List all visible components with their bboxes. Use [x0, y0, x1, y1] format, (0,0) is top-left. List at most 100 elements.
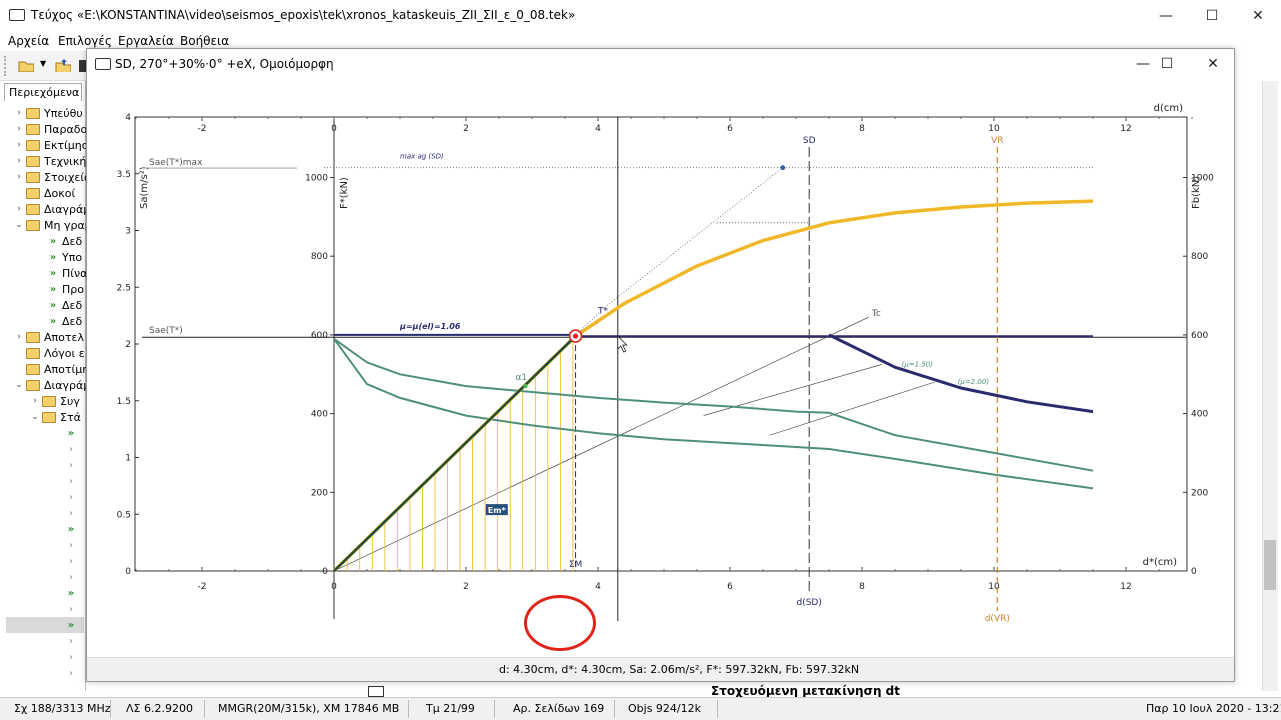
tree-item[interactable]: › Τεχνική: [14, 153, 86, 169]
tree-item[interactable]: »: [66, 585, 80, 601]
tree-item[interactable]: ⌄ Στά: [30, 409, 81, 425]
folder-icon: [26, 363, 40, 375]
menu-files[interactable]: Αρχεία: [8, 34, 49, 48]
tree-item[interactable]: ›: [66, 569, 80, 585]
dropdown-arrow-icon[interactable]: ▼: [40, 59, 46, 68]
tree-item[interactable]: ›: [66, 441, 80, 457]
f-tick-label: 600: [311, 331, 328, 341]
tree-item[interactable]: » Πίνα: [48, 265, 88, 281]
gray-arrow-icon: ›: [69, 539, 73, 551]
tree-item[interactable]: › Διαγράμ: [14, 201, 90, 217]
tree-item[interactable]: › Αποτελ: [14, 329, 84, 345]
folder-icon: [26, 187, 40, 199]
menu-help[interactable]: Βοήθεια: [180, 34, 229, 48]
tree-item[interactable]: » Δεδ: [48, 233, 82, 249]
tree-item-label: Υπο: [62, 250, 83, 264]
expand-icon[interactable]: ›: [14, 156, 24, 166]
em-label: Em*: [488, 506, 507, 515]
f-tick-label: 800: [311, 252, 328, 262]
tree-item-label: Αποτίμη: [44, 362, 90, 376]
tree-item[interactable]: ⌄ Μη γραμ: [14, 217, 91, 233]
chart-window[interactable]: SD, 270°+30%·0° +eX, Ομοιόμορφη — ☐ ✕ -2…: [86, 48, 1235, 682]
expand-icon[interactable]: ⌄: [14, 220, 24, 230]
tree-item[interactable]: » Προ: [48, 281, 84, 297]
maximize-button[interactable]: ☐: [1189, 0, 1235, 31]
tree-item[interactable]: › Εκτίμησ: [14, 137, 89, 153]
tree-item-label: Διαγράμ: [44, 202, 91, 216]
top-tick-label: 4: [595, 124, 601, 134]
tab-contents[interactable]: Περιεχόμενα: [4, 83, 82, 101]
top-tick-label: 6: [727, 124, 733, 134]
expand-icon[interactable]: ›: [14, 204, 24, 214]
tree-item-label: Λόγοι ε: [44, 346, 85, 360]
pushover-chart[interactable]: -2-200224466881010121200.511.522.533.540…: [87, 79, 1234, 657]
sa-axis-label: Sa(m/s²): [139, 166, 150, 209]
tree-item[interactable]: ›: [66, 665, 80, 681]
expand-icon[interactable]: ›: [14, 140, 24, 150]
close-button[interactable]: ✕: [1235, 0, 1281, 31]
tree-item[interactable]: ›: [66, 601, 80, 617]
tree-item-label: Τεχνική: [44, 154, 87, 168]
minimize-button[interactable]: —: [1143, 0, 1189, 31]
tree-item[interactable]: Δοκοί: [14, 185, 75, 201]
status-cpu: Σχ 188/3313 MHz: [14, 702, 111, 715]
status-section: Τμ 21/99: [426, 702, 475, 715]
tree-item[interactable]: Αποτίμη: [14, 361, 89, 377]
expand-icon[interactable]: ›: [14, 172, 24, 182]
tree-item[interactable]: ›: [66, 649, 80, 665]
chart-close-button[interactable]: ✕: [1190, 49, 1236, 79]
tree-item[interactable]: ›: [66, 505, 80, 521]
green-arrow-icon: »: [49, 251, 57, 263]
folder-icon: [26, 331, 40, 343]
tree-item[interactable]: ›: [66, 457, 80, 473]
open-folder-icon[interactable]: [18, 58, 34, 72]
expand-icon[interactable]: ⌄: [14, 380, 24, 390]
sa-tick-label: 0.5: [117, 510, 131, 520]
gray-arrow-icon: ›: [69, 603, 73, 615]
expand-icon[interactable]: ›: [30, 396, 40, 406]
tree-item[interactable]: ›: [66, 489, 80, 505]
fb-tick-label: 200: [1191, 488, 1208, 498]
expand-icon[interactable]: ⌄: [30, 412, 40, 422]
green-arrow-icon: »: [67, 523, 75, 535]
chart-maximize-button[interactable]: ☐: [1144, 49, 1190, 79]
tree-item[interactable]: Λόγοι ε: [14, 345, 85, 361]
expand-icon[interactable]: ›: [14, 108, 24, 118]
menu-tools[interactable]: Εργαλεία: [118, 34, 174, 48]
tree-item[interactable]: › Στοιχεία: [14, 169, 91, 185]
gray-arrow-icon: ›: [69, 507, 73, 519]
folder-icon: [26, 219, 40, 231]
sa-tick-label: 3: [125, 227, 131, 237]
gray-arrow-icon: ›: [69, 555, 73, 567]
vertical-scrollbar[interactable]: [1262, 81, 1278, 691]
tree-item[interactable]: ⌄ Διαγράμ: [14, 377, 90, 393]
tree-item[interactable]: › Υπεύθυ: [14, 105, 83, 121]
expand-icon[interactable]: ›: [14, 124, 24, 134]
elastic-demand-line: [604, 167, 784, 308]
fb-tick-label: 400: [1191, 410, 1208, 420]
tree-item[interactable]: › Συγ: [30, 393, 80, 409]
tree-item[interactable]: ›: [66, 473, 80, 489]
chart-window-title-bar[interactable]: SD, 270°+30%·0° +eX, Ομοιόμορφη — ☐ ✕: [87, 49, 1234, 79]
expand-icon[interactable]: ›: [14, 332, 24, 342]
tree-item[interactable]: » Δεδ: [48, 297, 82, 313]
fb-tick-label: 600: [1191, 331, 1208, 341]
sm-label: ΣΜ: [569, 560, 582, 570]
tree-item[interactable]: »: [66, 521, 80, 537]
folder-icon: [26, 379, 40, 391]
tree-item[interactable]: »: [66, 425, 80, 441]
green-arrow-icon: »: [49, 315, 57, 327]
scrollbar-thumb[interactable]: [1264, 540, 1276, 590]
tree-item[interactable]: ›: [66, 537, 80, 553]
menu-options[interactable]: Επιλογές: [58, 34, 112, 48]
tree-item[interactable]: » Υπο: [48, 249, 82, 265]
bottom-axis-label: d*(cm): [1143, 557, 1177, 568]
document-heading-peek: Στοχευόμενη μετακίνηση dt: [365, 684, 965, 697]
tree-item[interactable]: » Δεδ: [48, 313, 82, 329]
folder-icon: [26, 139, 40, 151]
tree-item[interactable]: ›: [66, 553, 80, 569]
up-folder-icon[interactable]: [55, 58, 71, 72]
tree-item[interactable]: ›: [66, 633, 80, 649]
tree-item[interactable]: »: [6, 617, 84, 633]
tree-item[interactable]: › Παραδο: [14, 121, 87, 137]
